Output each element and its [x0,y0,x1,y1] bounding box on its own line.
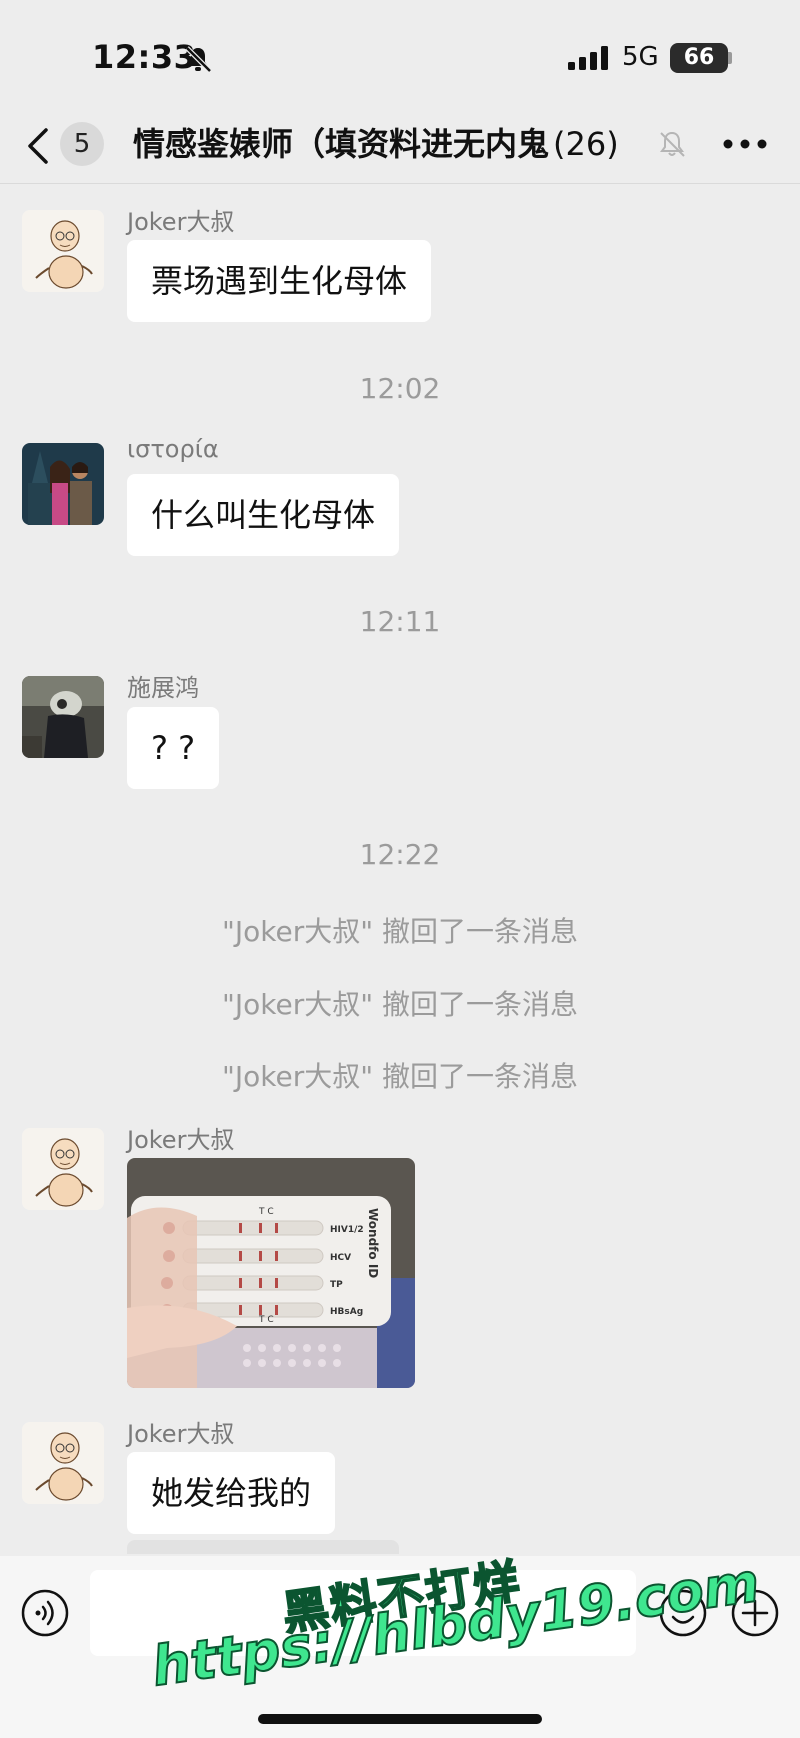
timestamp: 12:02 [359,372,441,405]
plus-icon[interactable] [730,1588,780,1638]
recall-notice: "Joker大叔" 撤回了一条消息 [221,1060,578,1093]
avatar[interactable] [22,676,104,758]
avatar-couple-poster [22,443,104,525]
battery-tip [728,52,732,64]
test-kit-photo: T C T C HIV1/2 HCV TP HBsAg Wondfo ID [127,1158,415,1388]
image-label-hbsag: HBsAg [330,1307,363,1317]
chat-title[interactable]: 情感鉴婊师（填资料进无内鬼 (26) [133,122,653,166]
image-label-hcv: HCV [330,1253,351,1263]
voice-icon[interactable] [20,1588,70,1638]
message-input[interactable] [90,1570,636,1656]
avatar-photo-dark [22,676,104,758]
status-bar: 12:33 5G 66 [0,0,800,110]
sender-name: ιστορία [127,435,219,463]
image-label-hiv: HIV1/2 [330,1225,364,1235]
avatar[interactable] [22,1422,104,1504]
image-label-tc-top: T C [258,1207,274,1217]
avatar-cartoon-man [22,1422,104,1504]
sender-name: Joker大叔 [127,208,235,236]
member-count: (26) [553,125,619,163]
home-indicator [258,1714,542,1724]
image-label-brand: Wondfo ID [366,1208,380,1278]
image-label-tc-bottom: T C [258,1315,274,1325]
avatar[interactable] [22,443,104,525]
recall-notice: "Joker大叔" 撤回了一条消息 [221,988,578,1021]
chat-header: 5 情感鉴婊师（填资料进无内鬼 (26) [0,110,800,184]
timestamp: 12:22 [359,838,441,871]
input-bar [0,1556,800,1738]
unread-badge[interactable]: 5 [60,122,104,166]
network-type: 5G [622,42,659,72]
sender-name: Joker大叔 [127,1126,235,1154]
chevron-left-icon[interactable] [26,126,50,166]
avatar[interactable] [22,210,104,292]
bell-off-icon [185,46,212,73]
chat-title-text: 情感鉴婊师（填资料进无内鬼 [133,125,550,163]
timestamp: 12:11 [359,605,441,638]
battery-level: 66 [670,43,728,73]
emoji-icon[interactable] [658,1588,708,1638]
image-label-tp: TP [330,1280,343,1290]
avatar[interactable] [22,1128,104,1210]
message-bubble[interactable]: 她发给我的 [127,1452,336,1534]
status-time: 12:33 [92,38,197,76]
sender-name: 施展鸿 [127,674,199,702]
message-bubble[interactable]: ? ? [127,707,220,789]
avatar-cartoon-man [22,1128,104,1210]
avatar-cartoon-man [22,210,104,292]
image-message[interactable]: T C T C HIV1/2 HCV TP HBsAg Wondfo ID [127,1158,415,1388]
more-dots-icon[interactable] [722,136,768,152]
partial-message-bubble [127,1540,399,1554]
bell-off-icon [660,131,685,157]
signal-icon [568,46,608,70]
message-bubble[interactable]: 什么叫生化母体 [127,474,400,556]
message-bubble[interactable]: 票场遇到生化母体 [127,240,432,322]
recall-notice: "Joker大叔" 撤回了一条消息 [221,915,578,948]
sender-name: Joker大叔 [127,1420,235,1448]
